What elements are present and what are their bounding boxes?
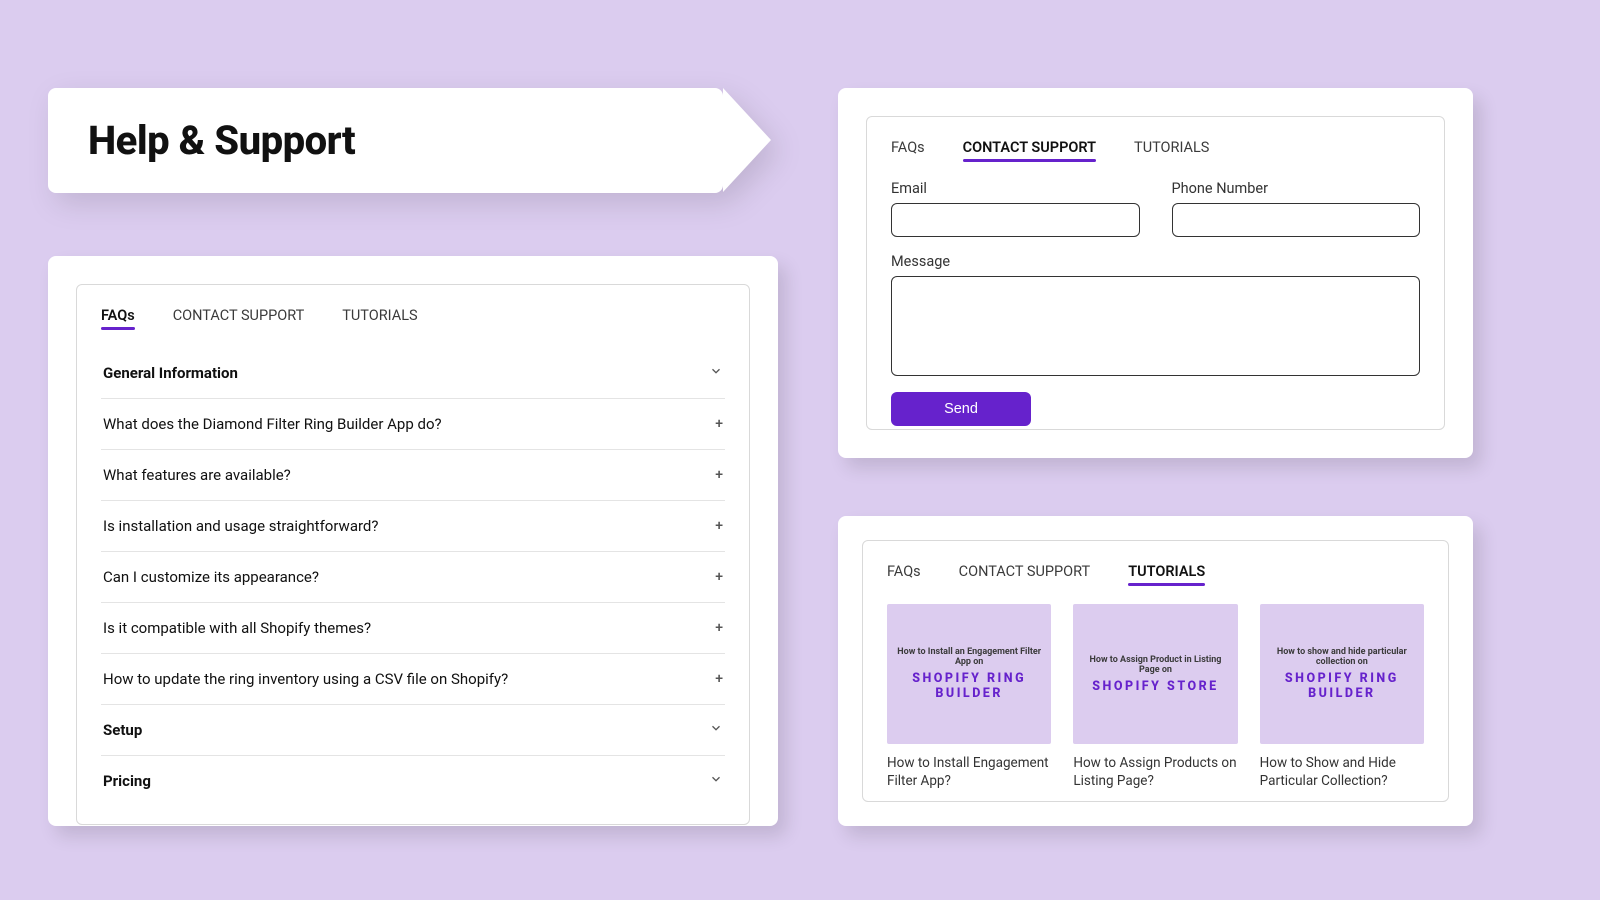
tab-faqs[interactable]: FAQs [101,307,135,330]
faq-item[interactable]: Is installation and usage straightforwar… [101,501,725,552]
contact-card: FAQs CONTACT SUPPORT TUTORIALS Email Pho… [838,88,1473,458]
tutorial-thumb: How to show and hide particular collecti… [1260,604,1424,744]
tutorial-caption: How to Install Engagement Filter App? [887,754,1051,790]
faq-question: Is installation and usage straightforwar… [103,517,378,535]
chevron-down-icon [709,364,723,382]
tutorial-thumb: How to Install an Engagement Filter App … [887,604,1051,744]
plus-icon: + [715,671,723,687]
faq-tabs: FAQs CONTACT SUPPORT TUTORIALS [101,307,725,330]
tab-faqs[interactable]: FAQs [891,139,925,162]
email-field-group: Email [891,180,1140,237]
faq-question: Is it compatible with all Shopify themes… [103,619,371,637]
tab-tutorials[interactable]: TUTORIALS [1128,563,1205,586]
thumb-line1: How to show and hide particular collecti… [1270,647,1414,667]
chevron-down-icon [709,772,723,790]
plus-icon: + [715,569,723,585]
faq-item[interactable]: What does the Diamond Filter Ring Builde… [101,399,725,450]
thumb-line1: How to Assign Product in Listing Page on [1083,655,1227,675]
plus-icon: + [715,467,723,483]
faq-card: FAQs CONTACT SUPPORT TUTORIALS General I… [48,256,778,826]
tutorial-item[interactable]: How to Install an Engagement Filter App … [887,604,1051,790]
tutorials-card: FAQs CONTACT SUPPORT TUTORIALS How to In… [838,516,1473,826]
thumb-line2: SHOPIFY RING BUILDER [1270,671,1414,701]
tab-faqs[interactable]: FAQs [887,563,921,586]
tutorial-caption: How to Show and Hide Particular Collecti… [1260,754,1424,790]
faq-item[interactable]: How to update the ring inventory using a… [101,654,725,705]
faq-question: What does the Diamond Filter Ring Builde… [103,415,442,433]
faq-item[interactable]: What features are available? + [101,450,725,501]
phone-field-group: Phone Number [1172,180,1421,237]
faq-question: Can I customize its appearance? [103,568,319,586]
tab-contact-support[interactable]: CONTACT SUPPORT [173,307,305,330]
tab-tutorials[interactable]: TUTORIALS [342,307,417,330]
tutorials-tabs: FAQs CONTACT SUPPORT TUTORIALS [887,563,1424,586]
tutorial-item[interactable]: How to show and hide particular collecti… [1260,604,1424,790]
plus-icon: + [715,518,723,534]
tutorial-item[interactable]: How to Assign Product in Listing Page on… [1073,604,1237,790]
message-label: Message [891,253,1420,270]
plus-icon: + [715,620,723,636]
phone-field[interactable] [1172,203,1421,237]
tab-tutorials[interactable]: TUTORIALS [1134,139,1209,162]
contact-tabs: FAQs CONTACT SUPPORT TUTORIALS [891,139,1420,162]
faq-panel: FAQs CONTACT SUPPORT TUTORIALS General I… [76,284,750,825]
tutorial-grid: How to Install an Engagement Filter App … [887,604,1424,790]
tutorial-thumb: How to Assign Product in Listing Page on… [1073,604,1237,744]
tab-contact-support[interactable]: CONTACT SUPPORT [963,139,1096,162]
page-title: Help & Support [88,117,355,164]
faq-section-pricing[interactable]: Pricing [101,756,725,806]
faq-section-label: Pricing [103,772,151,790]
message-field-group: Message [891,253,1420,376]
faq-item[interactable]: Is it compatible with all Shopify themes… [101,603,725,654]
email-label: Email [891,180,1140,197]
faq-section-setup[interactable]: Setup [101,705,725,756]
chevron-down-icon [709,721,723,739]
message-field[interactable] [891,276,1420,376]
phone-label: Phone Number [1172,180,1421,197]
thumb-line2: SHOPIFY STORE [1092,679,1218,694]
send-button[interactable]: Send [891,392,1031,426]
faq-section-label: General Information [103,364,238,382]
faq-question: How to update the ring inventory using a… [103,670,508,688]
plus-icon: + [715,416,723,432]
faq-question: What features are available? [103,466,291,484]
thumb-line2: SHOPIFY RING BUILDER [897,671,1041,701]
thumb-line1: How to Install an Engagement Filter App … [897,647,1041,667]
contact-panel: FAQs CONTACT SUPPORT TUTORIALS Email Pho… [866,116,1445,430]
email-field[interactable] [891,203,1140,237]
faq-section-general[interactable]: General Information [101,348,725,399]
tutorials-panel: FAQs CONTACT SUPPORT TUTORIALS How to In… [862,540,1449,802]
hero-banner: Help & Support [48,88,723,193]
tutorial-caption: How to Assign Products on Listing Page? [1073,754,1237,790]
faq-item[interactable]: Can I customize its appearance? + [101,552,725,603]
faq-section-label: Setup [103,721,142,739]
tab-contact-support[interactable]: CONTACT SUPPORT [959,563,1091,586]
